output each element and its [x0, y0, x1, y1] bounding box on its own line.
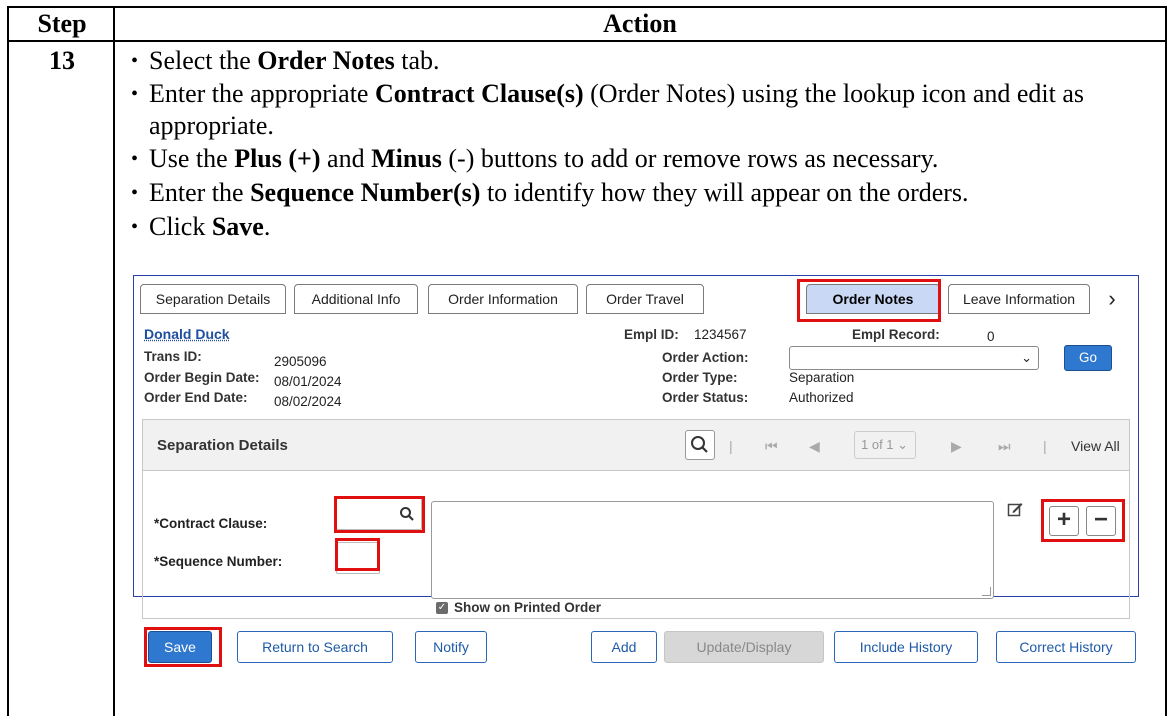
- column-divider: [113, 8, 115, 716]
- tab-additional-info[interactable]: Additional Info: [294, 284, 418, 314]
- panel-title: Separation Details: [157, 437, 288, 454]
- order-status-label: Order Status:: [662, 390, 749, 405]
- panel-header: Separation Details | ⏮ ◀ 1 of 1 ⌄ ▶ ⏭ | …: [142, 419, 1130, 471]
- notify-button[interactable]: Notify: [415, 631, 487, 663]
- correct-history-button[interactable]: Correct History: [996, 631, 1136, 663]
- show-on-printed-order-checkbox[interactable]: ✓: [436, 602, 448, 614]
- view-all-link[interactable]: View All: [1071, 438, 1120, 454]
- first-page-icon[interactable]: ⏮: [765, 438, 778, 455]
- order-begin-date-value: 08/01/2024: [274, 374, 342, 389]
- chevron-right-icon[interactable]: ›: [1100, 286, 1124, 312]
- tab-separation-details[interactable]: Separation Details: [140, 284, 286, 314]
- order-status-value: Authorized: [789, 390, 854, 405]
- tab-leave-information[interactable]: Leave Information: [948, 284, 1090, 314]
- order-type-value: Separation: [789, 370, 855, 385]
- divider: |: [1043, 438, 1047, 454]
- previous-page-icon[interactable]: ◀: [809, 438, 820, 455]
- trans-id-value: 2905096: [274, 354, 327, 369]
- step-number: 13: [49, 46, 75, 75]
- divider: |: [729, 438, 733, 454]
- search-icon: [691, 436, 708, 453]
- bullet-contract-clause: Enter the appropriate Contract Clause(s)…: [129, 78, 1159, 142]
- search-button[interactable]: [685, 430, 715, 460]
- return-to-search-button[interactable]: Return to Search: [237, 631, 393, 663]
- bullet-plus-minus: Use the Plus (+) and Minus (-) buttons t…: [129, 142, 1159, 176]
- page-select[interactable]: 1 of 1 ⌄: [854, 431, 916, 459]
- tab-order-travel[interactable]: Order Travel: [586, 284, 704, 314]
- empl-record-value: 0: [987, 329, 995, 344]
- order-action-select[interactable]: ⌄: [789, 346, 1039, 370]
- tab-order-notes[interactable]: Order Notes: [806, 284, 940, 314]
- delete-row-button[interactable]: −: [1086, 506, 1116, 536]
- sequence-number-label: *Sequence Number:: [154, 554, 283, 569]
- bullet-click-save: Click Save.: [129, 210, 1159, 244]
- header-step: Step: [37, 9, 87, 38]
- update-display-button[interactable]: Update/Display: [664, 631, 824, 663]
- trans-id-label: Trans ID:: [144, 349, 202, 364]
- add-row-button[interactable]: +: [1049, 506, 1079, 536]
- bullet-select-tab: Select the Order Notes tab.: [129, 44, 1159, 78]
- app-screenshot: Separation Details Additional Info Order…: [133, 275, 1139, 667]
- table-header-row: Step Action: [9, 8, 1165, 42]
- contract-clause-input[interactable]: [336, 498, 422, 530]
- tab-bar: Separation Details Additional Info Order…: [140, 284, 1130, 314]
- add-button[interactable]: Add: [591, 631, 657, 663]
- go-button[interactable]: Go: [1064, 345, 1112, 371]
- last-page-icon[interactable]: ⏭: [998, 438, 1011, 455]
- show-on-printed-order-label: Show on Printed Order: [454, 600, 602, 615]
- edit-note-icon[interactable]: [1007, 501, 1023, 517]
- next-page-icon[interactable]: ▶: [951, 438, 962, 455]
- bullet-sequence-number: Enter the Sequence Number(s) to identify…: [129, 176, 1159, 210]
- tab-order-information[interactable]: Order Information: [428, 284, 578, 314]
- empl-record-label: Empl Record:: [852, 327, 940, 342]
- action-bullets: Select the Order Notes tab. Enter the ap…: [129, 44, 1159, 244]
- order-type-label: Order Type:: [662, 370, 738, 385]
- order-end-date-value: 08/02/2024: [274, 394, 342, 409]
- order-end-date-label: Order End Date:: [144, 390, 248, 405]
- empl-id-label: Empl ID:: [624, 327, 679, 342]
- order-notes-textarea[interactable]: [431, 501, 994, 599]
- save-button[interactable]: Save: [148, 631, 212, 663]
- header-action: Action: [603, 9, 677, 38]
- chevron-down-icon: ⌄: [1021, 350, 1032, 365]
- empl-id-value: 1234567: [694, 327, 747, 342]
- contract-clause-label: *Contract Clause:: [154, 516, 268, 531]
- order-action-label: Order Action:: [662, 350, 749, 365]
- sequence-number-input[interactable]: [336, 542, 380, 574]
- employee-name-link[interactable]: Donald Duck: [144, 326, 230, 342]
- order-begin-date-label: Order Begin Date:: [144, 370, 260, 385]
- include-history-button[interactable]: Include History: [834, 631, 978, 663]
- lookup-icon[interactable]: [399, 506, 415, 522]
